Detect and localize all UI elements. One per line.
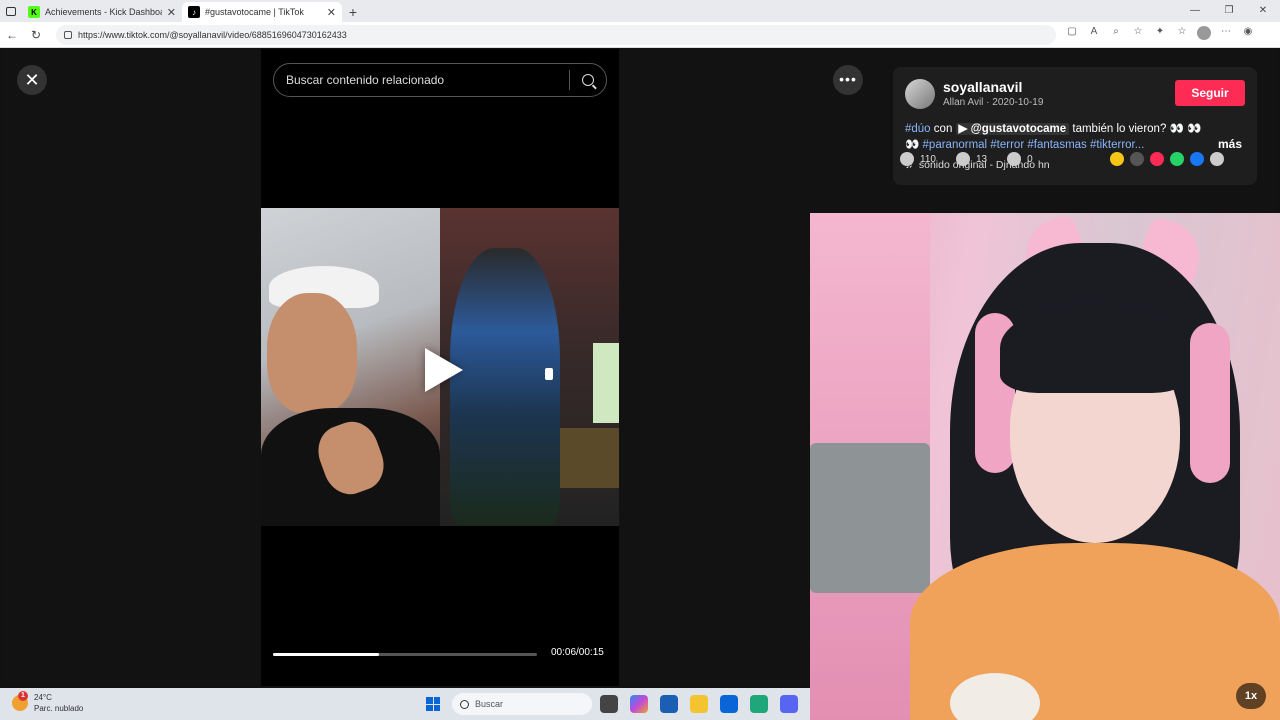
send-icon[interactable] (1150, 152, 1164, 166)
close-icon[interactable]: ✕ (17, 65, 47, 95)
copilot-app-icon[interactable] (630, 695, 648, 713)
windows-taskbar: 1 24°C Parc. nublado Buscar (0, 688, 810, 720)
more-text-button[interactable]: más (1218, 137, 1242, 151)
share-icon[interactable] (1210, 152, 1224, 166)
minimize-icon[interactable]: — (1178, 0, 1212, 22)
coin-icon[interactable] (1110, 152, 1124, 166)
taskbar-apps (600, 695, 798, 713)
tab-kick-dashboard[interactable]: K Achievements - Kick Dashboard ✕ (22, 2, 182, 22)
tab-label: Achievements - Kick Dashboard (45, 7, 162, 17)
new-tab-button[interactable]: + (342, 2, 364, 22)
favorite-star-icon[interactable]: ☆ (1130, 26, 1146, 43)
hashtag-link[interactable]: #dúo (905, 123, 931, 135)
store-icon[interactable] (660, 695, 678, 713)
save-count: 0 (1027, 153, 1033, 165)
translate-icon[interactable]: A (1086, 26, 1102, 43)
maximize-icon[interactable]: ❐ (1212, 0, 1246, 22)
tiktok-icon: ♪ (188, 6, 200, 18)
task-view-icon[interactable] (600, 695, 618, 713)
progress-fill (273, 653, 379, 656)
tab-label: #gustavotocame | TikTok (205, 7, 304, 17)
copilot-icon[interactable]: ◉ (1240, 26, 1256, 43)
search-icon (460, 699, 469, 709)
reload-icon[interactable]: ↻ (24, 28, 48, 42)
mention-link[interactable]: ▶ @gustavotocame (955, 123, 1070, 135)
share-icons-row (1110, 152, 1224, 166)
playback-speed-badge[interactable]: 1x (1236, 683, 1266, 709)
zoom-icon[interactable]: ⌕ (1108, 26, 1124, 43)
url-field[interactable]: https://www.tiktok.com/@soyallanavil/vid… (56, 24, 1056, 45)
collections-icon[interactable]: ☆ (1174, 26, 1190, 43)
kick-icon: K (28, 6, 40, 18)
close-tab-icon[interactable]: ✕ (167, 6, 176, 19)
back-icon[interactable]: ← (0, 28, 24, 42)
avatar[interactable] (905, 79, 935, 109)
username[interactable]: soyallanavil (943, 79, 1022, 95)
mention-text: @gustavotocame (970, 123, 1067, 135)
video-progress-bar[interactable] (273, 653, 537, 656)
description-text: también lo vieron? (1072, 123, 1167, 135)
weather-widget[interactable]: 1 24°C Parc. nublado (12, 691, 83, 714)
start-icon[interactable] (426, 697, 440, 711)
bookmark-icon[interactable] (1007, 152, 1022, 166)
window-controls: — ❐ ✕ (1178, 0, 1280, 22)
more-options-icon[interactable]: ••• (833, 65, 863, 95)
address-bar-row: ← ↻ https://www.tiktok.com/@soyallanavil… (0, 22, 1280, 48)
embed-icon[interactable] (1130, 152, 1144, 166)
duet-left-video (261, 208, 440, 526)
browser-tab-bar: K Achievements - Kick Dashboard ✕ ♪ #gus… (0, 0, 1280, 22)
video-player[interactable] (261, 208, 619, 526)
extensions-icon[interactable]: ✦ (1152, 26, 1168, 43)
related-search-bar[interactable]: Buscar contenido relacionado (273, 63, 607, 97)
window-menu-icon[interactable] (0, 0, 22, 22)
taskbar-search-label: Buscar (475, 699, 504, 709)
weather-icon: 1 (12, 691, 28, 711)
close-window-icon[interactable]: ✕ (1246, 0, 1280, 22)
comment-icon[interactable] (955, 152, 970, 166)
comment-count: 13 (975, 153, 988, 165)
author-subtitle: Allan Avil · 2020-10-19 (943, 97, 1044, 108)
search-icon[interactable] (570, 74, 606, 86)
outlook-icon[interactable] (720, 695, 738, 713)
heart-icon[interactable] (900, 152, 914, 166)
weather-text: 24°C Parc. nublado (34, 692, 83, 714)
taskbar-search[interactable]: Buscar (452, 693, 592, 715)
weather-badge: 1 (18, 691, 28, 701)
search-input[interactable]: Buscar contenido relacionado (274, 73, 569, 87)
whatsapp-icon[interactable] (1170, 152, 1184, 166)
duet-right-video (440, 208, 619, 526)
weather-temp: 24°C (34, 693, 52, 702)
weather-condition: Parc. nublado (34, 704, 84, 713)
tab-tiktok[interactable]: ♪ #gustavotocame | TikTok ✕ (182, 2, 342, 22)
video-info-card: soyallanavil Allan Avil · 2020-10-19 Seg… (893, 67, 1257, 185)
discord-icon[interactable] (780, 695, 798, 713)
hashtag-list[interactable]: #paranormal #terror #fantasmas #tikterro… (923, 139, 1145, 151)
profile-avatar[interactable] (1196, 26, 1212, 43)
play-icon[interactable] (425, 348, 463, 392)
cursor-icon (545, 368, 553, 380)
video-column: Buscar contenido relacionado 00:06/00:15 (261, 49, 619, 686)
lock-icon (64, 30, 72, 39)
streamer-webcam-overlay (810, 213, 1280, 720)
video-time: 00:06/00:15 (551, 647, 604, 658)
facebook-icon[interactable] (1190, 152, 1204, 166)
browser-toolbar-icons: ▢ A ⌕ ☆ ✦ ☆ ⋯ ◉ (1064, 26, 1256, 43)
follow-button[interactable]: Seguir (1175, 80, 1245, 106)
like-count: 110 (920, 153, 936, 165)
app-icon[interactable]: ▢ (1064, 26, 1080, 43)
close-tab-icon[interactable]: ✕ (327, 6, 336, 19)
video-description: #dúo con ▶ @gustavotocame también lo vie… (905, 121, 1205, 153)
edge-icon[interactable] (750, 695, 768, 713)
file-explorer-icon[interactable] (690, 695, 708, 713)
description-connector: con (933, 123, 953, 135)
menu-dots-icon[interactable]: ⋯ (1218, 26, 1234, 43)
url-text: https://www.tiktok.com/@soyallanavil/vid… (78, 29, 347, 40)
